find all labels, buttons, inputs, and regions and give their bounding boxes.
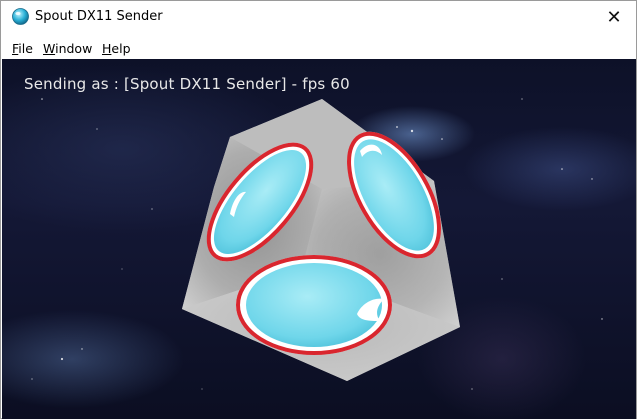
app-window: Spout DX11 Sender ✕ File Window Help Sen… — [0, 0, 637, 419]
close-icon: ✕ — [606, 6, 622, 27]
menu-help[interactable]: Help — [102, 41, 131, 56]
cube — [182, 99, 460, 381]
close-button[interactable]: ✕ — [592, 1, 636, 33]
spout-logo-icon — [12, 8, 29, 25]
render-canvas[interactable]: Sending as : [Spout DX11 Sender] - fps 6… — [2, 59, 636, 419]
menu-help-mnemonic: H — [102, 41, 112, 56]
menu-window-mnemonic: W — [43, 41, 56, 56]
menu-file[interactable]: File — [12, 41, 33, 56]
menu-window[interactable]: Window — [43, 41, 92, 56]
menu-file-label: ile — [18, 41, 33, 56]
menu-help-label: elp — [111, 41, 131, 56]
menu-bar: File Window Help — [1, 38, 636, 58]
window-title: Spout DX11 Sender — [35, 9, 163, 24]
title-bar[interactable]: Spout DX11 Sender ✕ — [1, 1, 636, 33]
scene-graphic — [31, 78, 603, 390]
menu-window-label: indow — [55, 41, 93, 56]
sender-status-text: Sending as : [Spout DX11 Sender] - fps 6… — [24, 75, 350, 93]
